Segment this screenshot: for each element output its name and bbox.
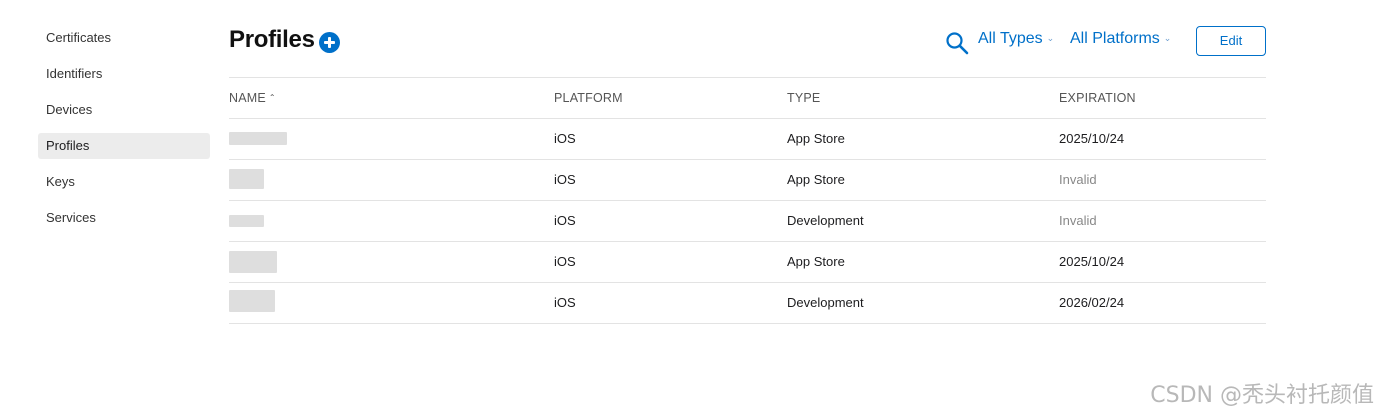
table-row[interactable]: iOS App Store 2025/10/24 — [229, 242, 1266, 283]
redacted-block — [229, 290, 275, 312]
platform-filter-dropdown[interactable]: All Platforms ⌄ — [1070, 30, 1171, 48]
column-header-type[interactable]: TYPE — [787, 78, 820, 118]
type-cell: App Store — [787, 254, 845, 269]
platform-cell: iOS — [554, 254, 576, 269]
type-filter-label: All Types — [978, 30, 1043, 47]
sidebar-item-identifiers[interactable]: Identifiers — [38, 61, 210, 87]
page-title: Profiles — [229, 26, 315, 53]
sidebar-item-services[interactable]: Services — [38, 205, 210, 231]
sidebar-item-devices[interactable]: Devices — [38, 97, 210, 123]
redacted-block — [229, 215, 264, 227]
sort-ascending-icon: ⌃ — [268, 93, 276, 102]
redacted-block — [229, 251, 277, 273]
platform-cell: iOS — [554, 172, 576, 187]
sidebar-item-keys[interactable]: Keys — [38, 169, 210, 195]
search-icon[interactable] — [945, 31, 969, 55]
page-header: Profiles All Types ⌄ All Platforms ⌄ Edit — [229, 26, 1266, 60]
table-row[interactable]: iOS Development 2026/02/24 — [229, 283, 1266, 324]
platform-cell: iOS — [554, 131, 576, 146]
chevron-down-icon: ⌄ — [1046, 33, 1055, 43]
table-row[interactable]: iOS App Store Invalid — [229, 160, 1266, 201]
expiration-cell: 2026/02/24 — [1059, 295, 1125, 310]
platform-filter-label: All Platforms — [1070, 30, 1160, 47]
chevron-down-icon: ⌄ — [1163, 33, 1172, 43]
sidebar-nav: Certificates Identifiers Devices Profile… — [38, 25, 210, 241]
type-cell: App Store — [787, 131, 845, 146]
table-row[interactable]: iOS App Store 2025/10/24 — [229, 119, 1266, 160]
sidebar-item-certificates[interactable]: Certificates — [38, 25, 210, 51]
edit-button[interactable]: Edit — [1196, 26, 1266, 56]
column-header-expiration[interactable]: EXPIRATION — [1059, 78, 1136, 118]
expiration-cell: 2025/10/24 — [1059, 254, 1125, 269]
expiration-cell: Invalid — [1059, 213, 1097, 228]
type-cell: Development — [787, 295, 864, 310]
table-header-row: NAME ⌃ PLATFORM TYPE EXPIRATION — [229, 78, 1266, 119]
type-cell: Development — [787, 213, 864, 228]
add-profile-button[interactable] — [319, 32, 340, 53]
sidebar-item-profiles[interactable]: Profiles — [38, 133, 210, 159]
redacted-block — [229, 132, 287, 145]
table-row[interactable]: iOS Development Invalid — [229, 201, 1266, 242]
expiration-cell: 2025/10/24 — [1059, 131, 1125, 146]
redacted-block — [229, 169, 264, 189]
type-cell: App Store — [787, 172, 845, 187]
expiration-cell: Invalid — [1059, 172, 1097, 187]
column-header-platform[interactable]: PLATFORM — [554, 78, 623, 118]
profiles-table: NAME ⌃ PLATFORM TYPE EXPIRATION iOS App S… — [229, 77, 1266, 324]
column-header-name[interactable]: NAME ⌃ — [229, 78, 276, 118]
watermark: CSDN @秃头衬托颜值 — [1150, 383, 1374, 408]
type-filter-dropdown[interactable]: All Types ⌄ — [978, 30, 1054, 48]
platform-cell: iOS — [554, 213, 576, 228]
platform-cell: iOS — [554, 295, 576, 310]
